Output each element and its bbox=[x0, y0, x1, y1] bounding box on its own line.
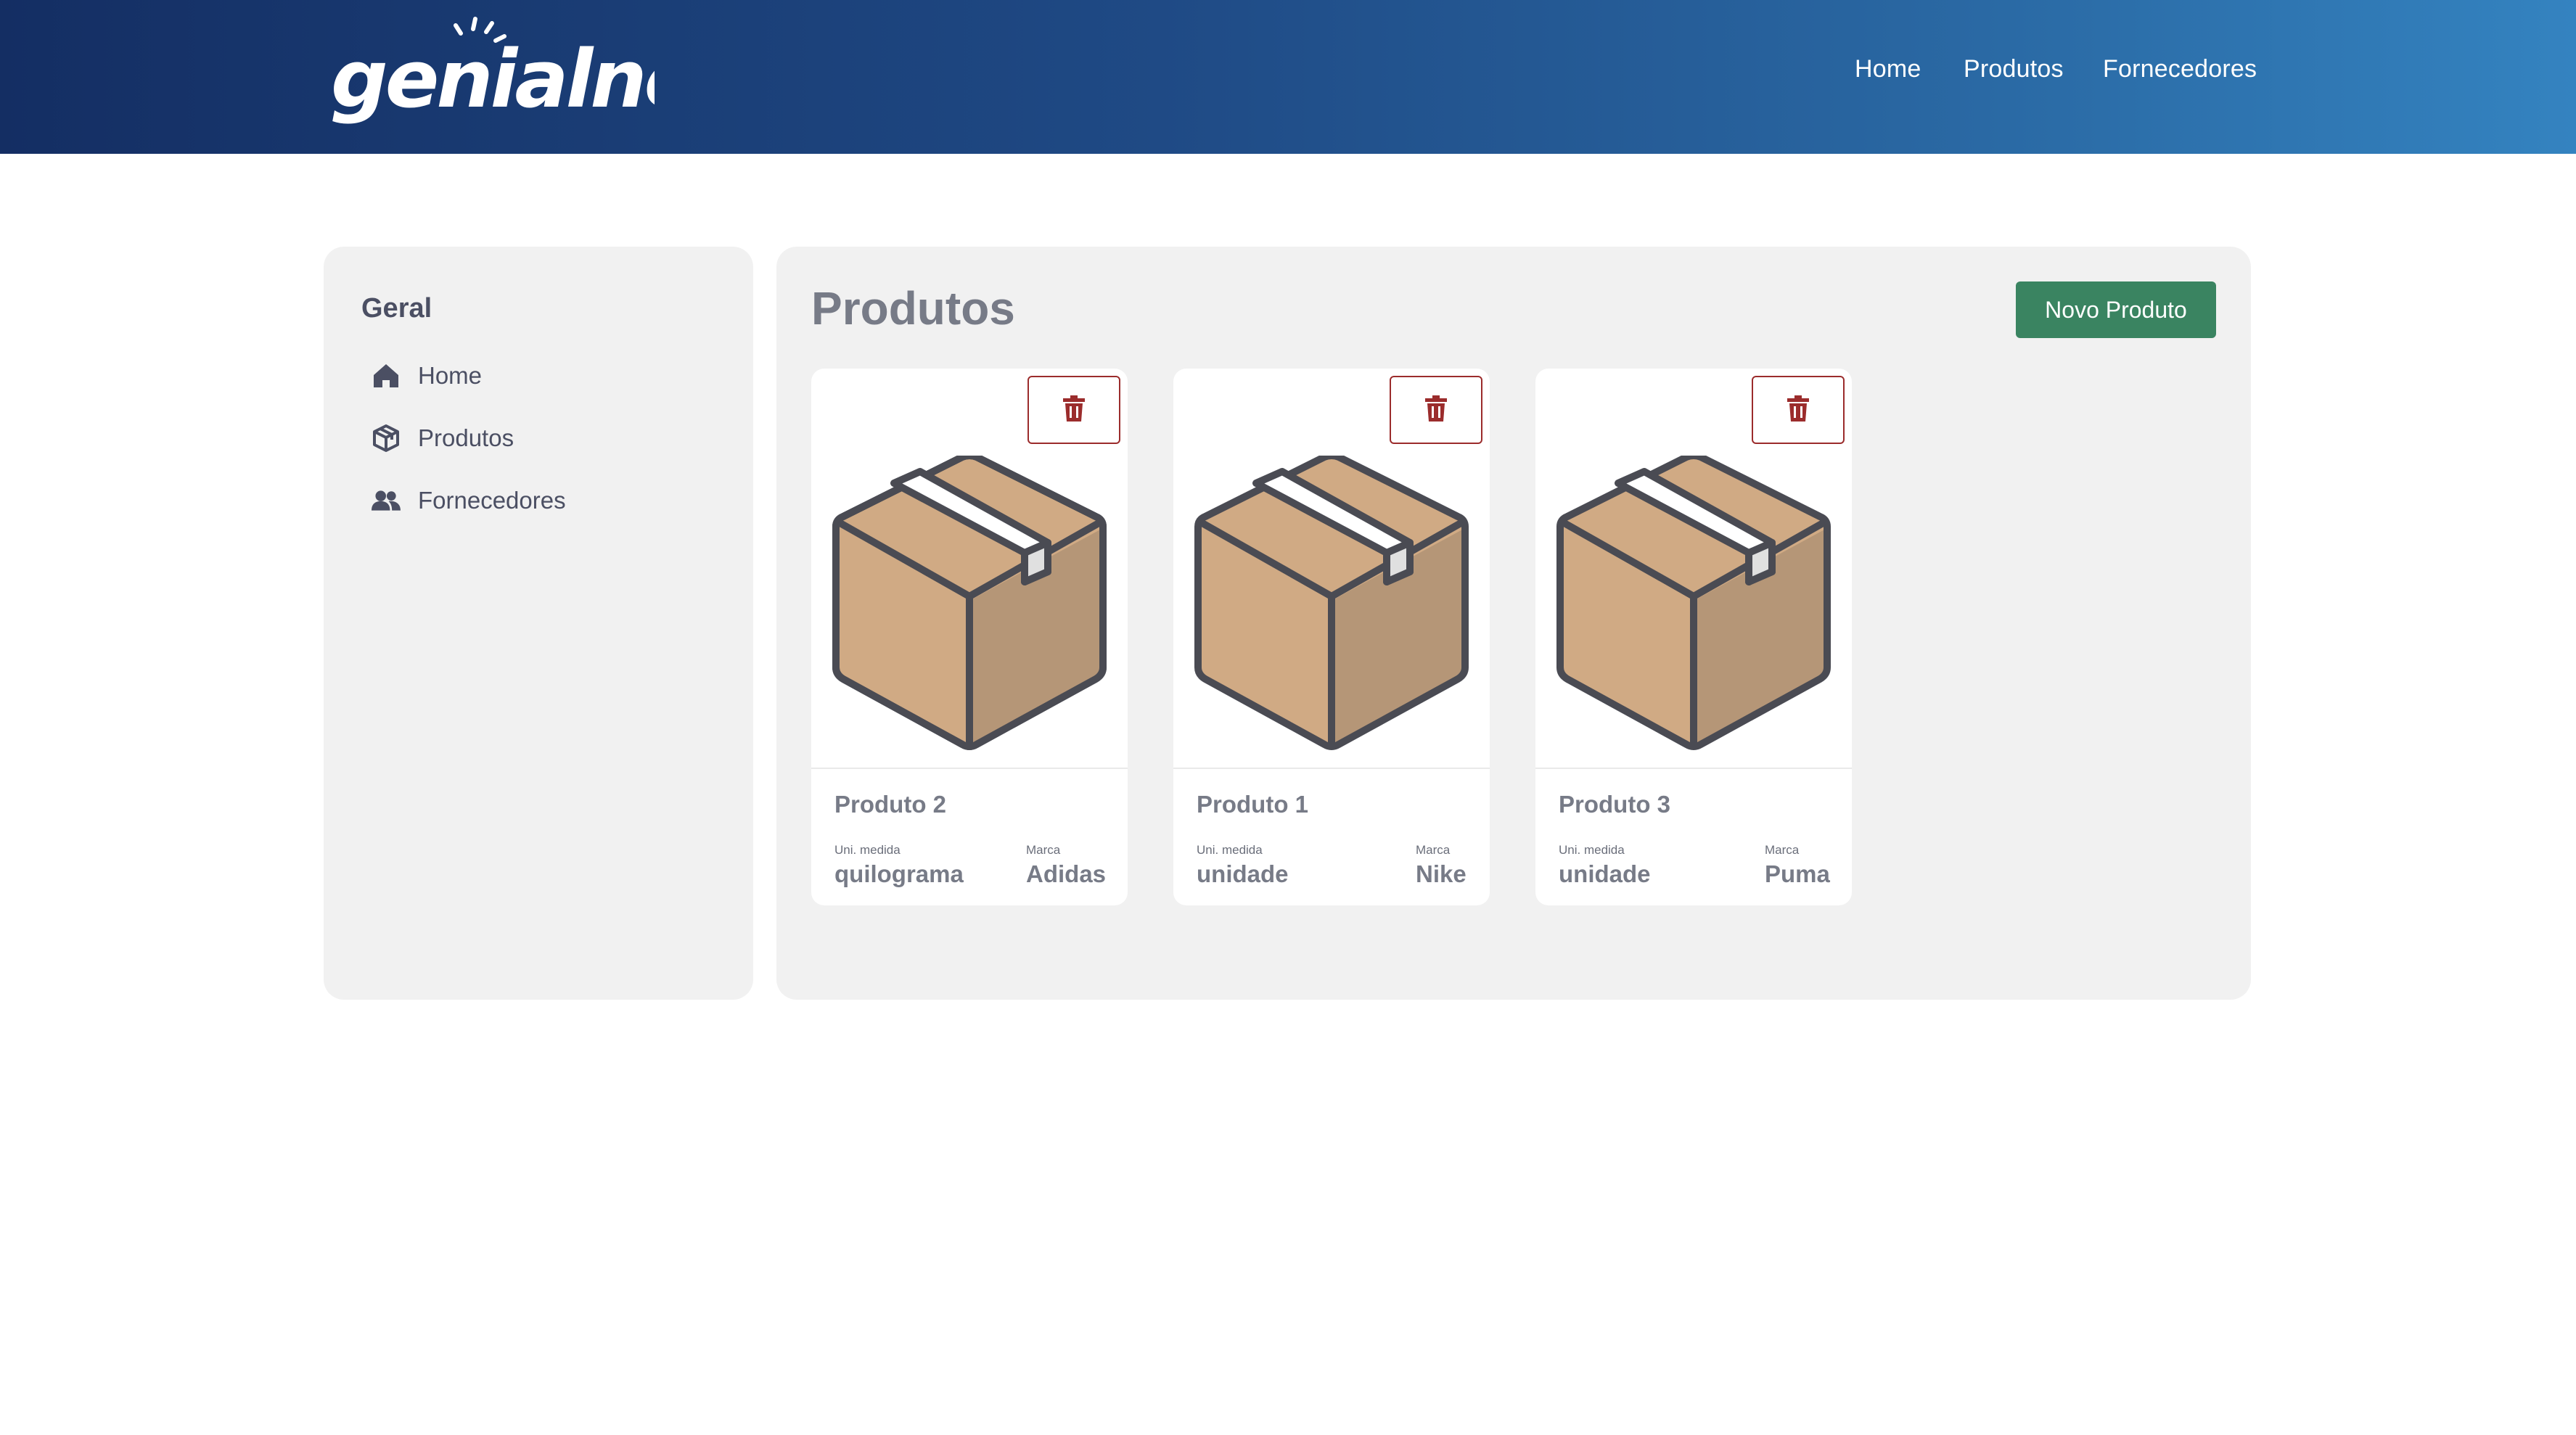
delete-button[interactable] bbox=[1752, 376, 1845, 444]
top-navigation: Home Produtos Fornecedores bbox=[0, 0, 2576, 139]
brand-value: Adidas bbox=[1026, 860, 1107, 887]
product-name: Produto 3 bbox=[1559, 791, 1670, 818]
sidebar-item-home[interactable]: Home bbox=[372, 357, 482, 395]
cardboard-box-icon bbox=[1192, 452, 1471, 762]
brand-label: Marca bbox=[1416, 843, 1451, 857]
sidebar-item-fornecedores[interactable]: Fornecedores bbox=[372, 482, 566, 519]
sidebar-title: Geral bbox=[361, 293, 432, 324]
unit-label: Uni. medida bbox=[834, 843, 901, 857]
unit-label: Uni. medida bbox=[1197, 843, 1263, 857]
main-panel: Produtos Novo Produto Produto 2 Uni. med… bbox=[776, 247, 2251, 1000]
brand-block: Marca Puma bbox=[1765, 843, 1830, 888]
topnav-fornecedores-link[interactable]: Fornecedores bbox=[2103, 55, 2257, 83]
box-icon bbox=[372, 424, 401, 453]
product-card[interactable]: Produto 1 Uni. medida unidade Marca Nike bbox=[1173, 369, 1490, 905]
cardboard-box-icon bbox=[1554, 452, 1833, 762]
product-name: Produto 1 bbox=[1197, 791, 1308, 818]
sidebar-item-label: Produtos bbox=[418, 424, 514, 451]
brand-block: Marca Adidas bbox=[1026, 843, 1106, 888]
sidebar-item-produtos[interactable]: Produtos bbox=[372, 419, 514, 457]
trash-icon bbox=[1425, 395, 1447, 425]
home-icon bbox=[372, 361, 401, 390]
delete-button[interactable] bbox=[1027, 376, 1120, 444]
topnav-produtos-link[interactable]: Produtos bbox=[1964, 55, 2064, 83]
users-icon bbox=[372, 486, 401, 515]
new-product-button[interactable]: Novo Produto bbox=[2016, 281, 2216, 338]
trash-icon bbox=[1063, 395, 1085, 425]
brand-label: Marca bbox=[1026, 843, 1061, 857]
unit-value: unidade bbox=[1559, 860, 1651, 887]
brand-label: Marca bbox=[1765, 843, 1800, 857]
topnav-home-link[interactable]: Home bbox=[1855, 55, 1921, 83]
product-image-area bbox=[811, 369, 1128, 769]
unit-value: unidade bbox=[1197, 860, 1289, 887]
brand-value: Nike bbox=[1416, 860, 1467, 887]
product-card[interactable]: Produto 3 Uni. medida unidade Marca Puma bbox=[1535, 369, 1852, 905]
page-title: Produtos bbox=[811, 282, 1015, 334]
brand-block: Marca Nike bbox=[1416, 843, 1467, 888]
product-image-area bbox=[1173, 369, 1490, 769]
product-name: Produto 2 bbox=[834, 791, 946, 818]
sidebar-item-label: Fornecedores bbox=[418, 487, 566, 514]
sidebar-item-label: Home bbox=[418, 362, 483, 389]
trash-icon bbox=[1787, 395, 1809, 425]
delete-button[interactable] bbox=[1390, 376, 1482, 444]
top-header: genialnet Home Produtos Fornecedores bbox=[0, 0, 2576, 154]
unit-value: quilograma bbox=[834, 860, 964, 887]
brand-value: Puma bbox=[1765, 860, 1830, 887]
product-card[interactable]: Produto 2 Uni. medida quilograma Marca A… bbox=[811, 369, 1128, 905]
cardboard-box-icon bbox=[830, 452, 1109, 762]
product-image-area bbox=[1535, 369, 1852, 769]
unit-label: Uni. medida bbox=[1559, 843, 1625, 857]
